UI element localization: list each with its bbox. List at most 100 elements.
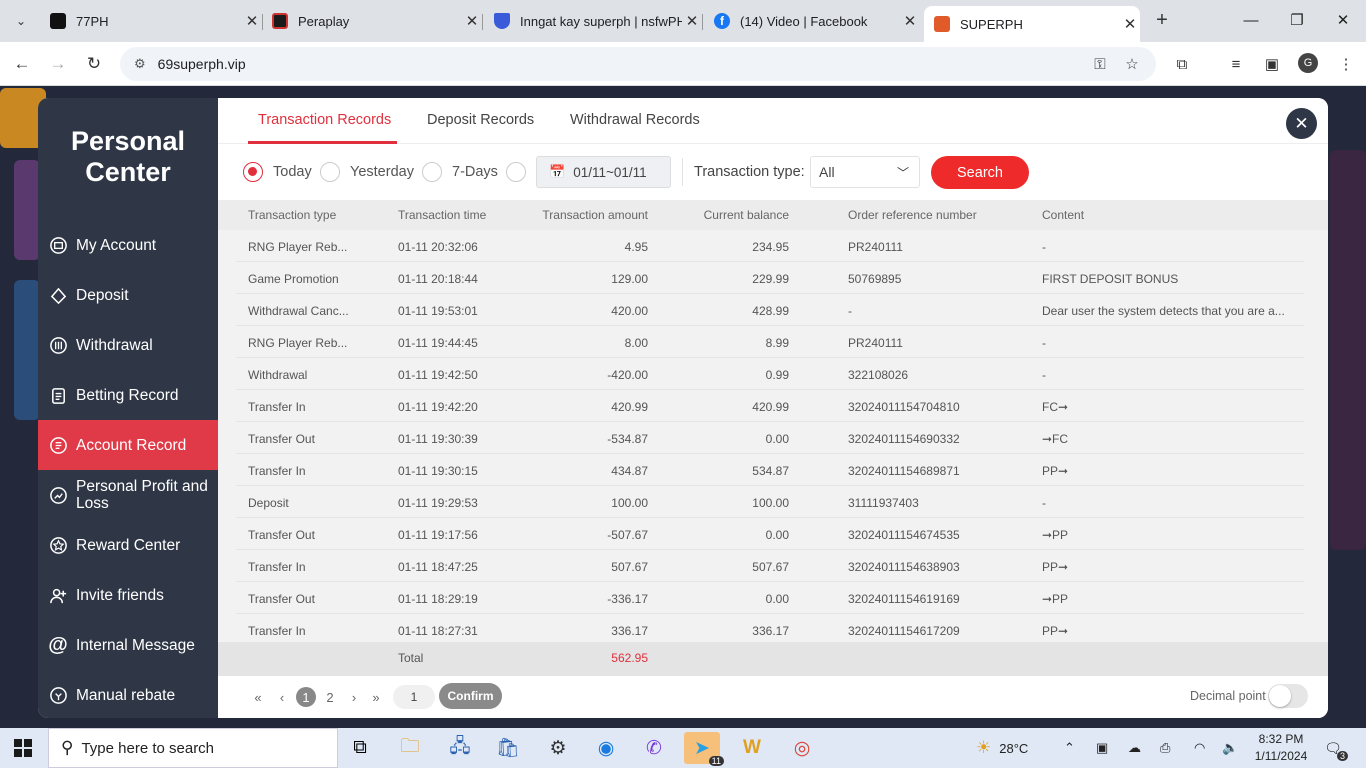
table-row: Game Promotion 01-11 20:18:44 129.00 229.99…	[236, 262, 1304, 294]
tray-overflow-icon[interactable]: ⌃	[1064, 728, 1075, 768]
sidebar-item-deposit[interactable]: Deposit	[38, 270, 218, 320]
first-page-icon[interactable]: «	[250, 686, 266, 708]
edge-browser-icon[interactable]: ◉	[588, 732, 624, 764]
cell-transaction-amount: 100.00	[611, 496, 648, 510]
transaction-type-value: All	[819, 164, 835, 180]
telegram-badge: 11	[708, 756, 724, 766]
tab-search-dropdown-icon[interactable]: ⌄	[8, 8, 34, 34]
tab-close-icon[interactable]: ✕	[462, 12, 482, 30]
record-icon	[48, 435, 68, 455]
page-jump-input[interactable]: 1	[393, 685, 435, 709]
browser-tab[interactable]: 77PH ✕	[40, 6, 263, 36]
windows-start-icon[interactable]	[14, 739, 32, 757]
sidebar-item-reward-center[interactable]: Reward Center	[38, 520, 218, 570]
password-key-icon[interactable]: ⚿	[1088, 52, 1112, 76]
browser-tab-active[interactable]: SUPERPH ✕	[924, 6, 1140, 42]
cell-transaction-amount: -420.00	[607, 368, 648, 382]
filter-bar: Today Yesterday 7-Days 📅 01/11~01/11 Tra…	[218, 144, 1328, 200]
site-settings-icon[interactable]: ⚙	[134, 56, 146, 72]
browser-tab[interactable]: Inngat kay superph | nsfwPH ✕	[484, 6, 703, 36]
cell-transaction-type: Withdrawal	[248, 368, 308, 382]
sidebar-item-betting-record[interactable]: Betting Record	[38, 370, 218, 420]
media-queue-icon[interactable]: ≡	[1224, 52, 1248, 76]
window-close-icon[interactable]: ✕	[1320, 0, 1366, 40]
wifi-icon[interactable]: ◠	[1194, 728, 1205, 768]
sidebar-item-internal-message[interactable]: @ Internal Message	[38, 620, 218, 670]
sidebar-item-withdrawal[interactable]: Withdrawal	[38, 320, 218, 370]
modal-close-button[interactable]: ✕	[1286, 108, 1317, 139]
tab-transaction-records[interactable]: Transaction Records	[258, 112, 391, 128]
radio-custom-range[interactable]	[506, 162, 526, 182]
confirm-button[interactable]: Confirm	[439, 683, 502, 709]
store-icon[interactable]: 🛍	[490, 732, 526, 764]
back-icon[interactable]: ←	[10, 52, 34, 76]
messenger-icon[interactable]: ✆	[636, 732, 672, 764]
cell-transaction-type: Transfer In	[248, 400, 306, 414]
radio-yesterday[interactable]	[320, 162, 340, 182]
tab-close-icon[interactable]: ✕	[900, 12, 920, 30]
volume-icon[interactable]: 🔈	[1222, 728, 1238, 768]
url-text: 69superph.vip	[157, 56, 246, 72]
search-button[interactable]: Search	[931, 156, 1029, 189]
tab-title: SUPERPH	[960, 16, 1023, 32]
cell-content: -	[1042, 336, 1046, 350]
prev-page-icon[interactable]: ‹	[274, 686, 290, 708]
system-clock[interactable]: 8:32 PM 1/11/2024	[1250, 731, 1312, 765]
sidebar-item-manual-rebate[interactable]: Manual rebate	[38, 670, 218, 718]
taskbar-search-box[interactable]: ⚲ Type here to search	[48, 728, 338, 768]
cell-order-reference: PR240111	[848, 240, 903, 254]
reload-icon[interactable]: ↻	[82, 52, 106, 76]
side-panel-icon[interactable]: ▣	[1260, 52, 1284, 76]
task-view-icon[interactable]: ⧉	[342, 732, 378, 764]
cell-transaction-amount: 129.00	[611, 272, 648, 286]
menu-kebab-icon[interactable]: ⋮	[1334, 52, 1358, 76]
radio-today[interactable]	[243, 162, 263, 182]
browser-tab[interactable]: f (14) Video | Facebook ✕	[704, 6, 920, 36]
winzip-icon[interactable]: W	[734, 732, 770, 764]
tab-close-icon[interactable]: ✕	[682, 12, 702, 30]
file-explorer-icon[interactable]: 🗀	[392, 732, 428, 764]
next-page-icon[interactable]: ›	[346, 686, 362, 708]
tray-app-icon[interactable]: ▣	[1096, 728, 1108, 768]
personal-center-sidebar: Personal Center My Account Deposit Withd…	[38, 98, 218, 718]
tab-close-icon[interactable]: ✕	[242, 12, 262, 30]
cell-transaction-time: 01-11 18:47:25	[398, 560, 478, 574]
settings-gear-icon[interactable]: ⚙	[540, 732, 576, 764]
profile-avatar[interactable]: G	[1298, 53, 1318, 73]
notification-center-icon[interactable]: 🗨 3	[1322, 737, 1348, 761]
sidebar-item-my-account[interactable]: My Account	[38, 220, 218, 270]
tab-deposit-records[interactable]: Deposit Records	[427, 112, 534, 128]
forward-icon[interactable]: →	[46, 52, 70, 76]
extensions-icon[interactable]: ⧉	[1170, 52, 1194, 76]
tray-sync-icon[interactable]: ☁	[1128, 728, 1141, 768]
bookmark-star-icon[interactable]: ☆	[1120, 52, 1144, 76]
sidebar-item-profit-loss[interactable]: Personal Profit and Loss	[38, 470, 218, 520]
telegram-icon[interactable]: ➤ 11	[684, 732, 724, 766]
cell-content: PP➞	[1042, 560, 1069, 574]
network-app-icon[interactable]: 🖧	[442, 732, 478, 764]
weather-widget[interactable]: ☀ 28°C	[976, 728, 1028, 768]
column-header: Current balance	[703, 208, 789, 222]
total-amount: 562.95	[611, 651, 648, 665]
sidebar-item-account-record[interactable]: Account Record	[38, 420, 218, 470]
restore-icon[interactable]: ❐	[1274, 0, 1320, 40]
date-range-picker[interactable]: 📅 01/11~01/11	[536, 156, 671, 188]
browser-tab[interactable]: Peraplay ✕	[262, 6, 483, 36]
decimal-point-toggle[interactable]	[1268, 684, 1308, 708]
cell-order-reference: 31111937403	[848, 496, 919, 510]
minimize-icon[interactable]: —	[1228, 0, 1274, 40]
tab-close-icon[interactable]: ✕	[1120, 15, 1140, 33]
sidebar-item-invite-friends[interactable]: Invite friends	[38, 570, 218, 620]
address-bar[interactable]: ⚙ 69superph.vip	[120, 47, 1156, 81]
new-tab-icon[interactable]: +	[1150, 8, 1174, 32]
page-1[interactable]: 1	[296, 687, 316, 707]
transaction-type-select[interactable]: All ﹀	[810, 156, 920, 188]
last-page-icon[interactable]: »	[368, 686, 384, 708]
page-2[interactable]: 2	[320, 686, 340, 708]
facebook-favicon-icon: f	[714, 13, 730, 29]
chrome-icon[interactable]: ◎	[784, 732, 820, 764]
tab-withdrawal-records[interactable]: Withdrawal Records	[570, 112, 700, 128]
cell-order-reference: 322108026	[848, 368, 909, 382]
tray-device-icon[interactable]: ⎙	[1160, 728, 1170, 768]
radio-7-days[interactable]	[422, 162, 442, 182]
